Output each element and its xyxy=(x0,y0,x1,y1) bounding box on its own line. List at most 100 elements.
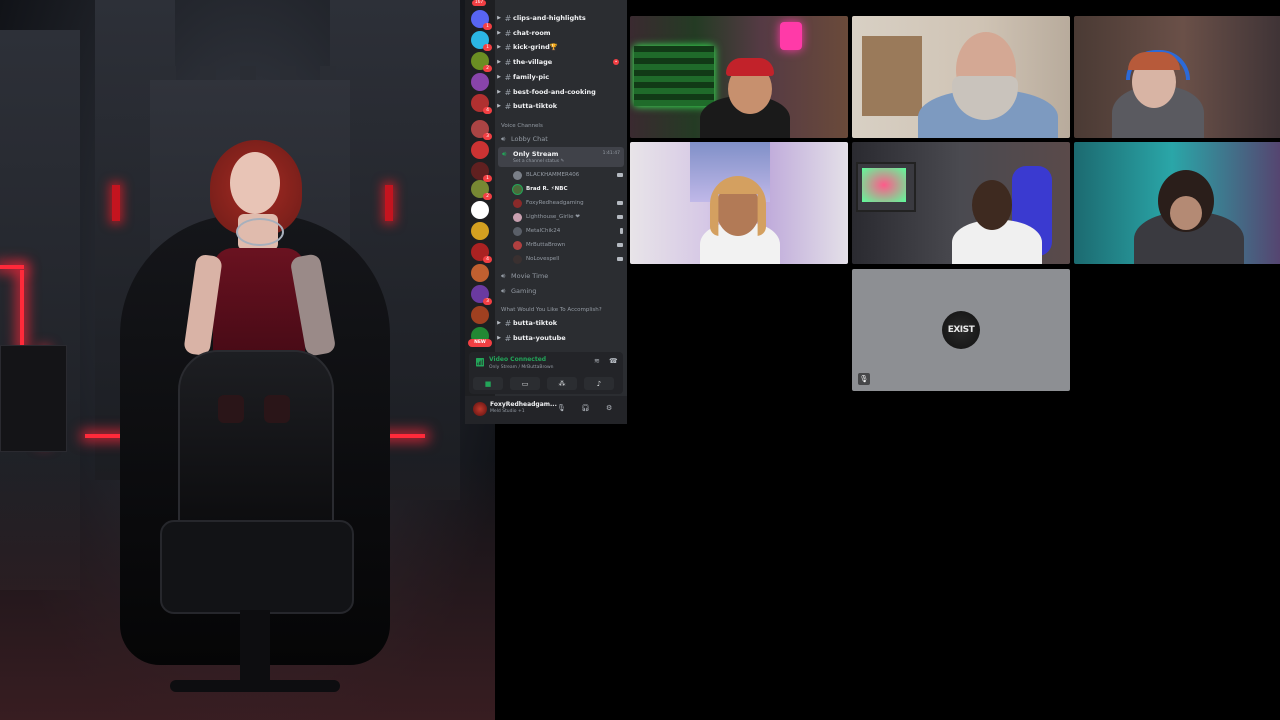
new-badge: NEW xyxy=(468,339,492,347)
user-panel: FoxyRedheadgam... Meld Studio +1 🎙︎ 🎧︎ ⚙ xyxy=(465,396,627,424)
server-icon[interactable]: 1 xyxy=(471,162,492,182)
camera-icon xyxy=(617,201,623,205)
voice-member[interactable]: MrButtaBrown xyxy=(513,239,623,251)
voice-channel-name: Lobby Chat xyxy=(511,135,548,143)
server-icon[interactable]: 3 xyxy=(471,285,492,305)
member-name: BLACKHAMMER406 xyxy=(526,172,580,178)
channel-name: butta-tiktok xyxy=(513,102,558,110)
server-icon[interactable]: 1 xyxy=(471,31,492,51)
voice-channel-lobby[interactable]: 🔊︎ Lobby Chat xyxy=(501,133,548,145)
voice-member[interactable]: MetalChik24 xyxy=(513,225,623,237)
channel-kick-grind[interactable]: ▶ # kick-grind🏆 xyxy=(495,40,627,54)
video-tile[interactable] xyxy=(1074,16,1280,138)
discord-window: 167 1 1 2 4 3 1 2 4 3 NEW ▶ # clips-and-… xyxy=(465,0,627,424)
hash-icon: # xyxy=(504,13,512,23)
server-icon[interactable] xyxy=(471,222,489,240)
microphone-icon[interactable]: 🎙︎ xyxy=(557,404,566,412)
chevron-right-icon: ▶ xyxy=(497,15,501,21)
server-icon[interactable] xyxy=(471,73,489,91)
soundboard-button[interactable]: ♪ xyxy=(584,377,614,390)
user-status: Meld Studio +1 xyxy=(490,409,525,414)
server-icon[interactable]: 2 xyxy=(471,180,492,200)
video-tile[interactable] xyxy=(630,16,848,138)
category-accomplish[interactable]: What Would You Like To Accomplish? xyxy=(501,307,602,313)
voice-channel-name: Movie Time xyxy=(511,272,549,280)
category-voice-channels[interactable]: Voice Channels xyxy=(501,123,543,129)
hash-icon: # xyxy=(504,72,512,82)
voice-channel-name: Gaming xyxy=(511,287,537,295)
server-icon[interactable] xyxy=(471,201,489,219)
video-tile-camera-off[interactable]: EXIST 🎙︎ xyxy=(852,269,1070,391)
speaker-icon: 🔊︎ xyxy=(501,271,506,280)
server-icon[interactable]: 3 xyxy=(471,120,492,140)
channel-list: ▶ # clips-and-highlights ▶ # chat-room ▶… xyxy=(495,0,627,350)
channel-butta-youtube[interactable]: ▶ # butta-youtube xyxy=(495,331,627,345)
voice-channel-movie-time[interactable]: 🔊︎ Movie Time xyxy=(501,270,548,282)
hash-icon: # xyxy=(504,333,512,343)
username[interactable]: FoxyRedheadgam... xyxy=(490,401,557,408)
member-name: NoLovespell xyxy=(526,256,560,262)
chevron-right-icon: ▶ xyxy=(497,103,501,109)
headphones-icon[interactable]: 🎧︎ xyxy=(581,404,590,412)
mic-muted-icon: 🎙︎ xyxy=(858,373,870,385)
channel-status[interactable]: Set a channel status ✎ xyxy=(513,159,564,164)
server-icon[interactable] xyxy=(471,141,489,159)
activities-button[interactable]: ⁂ xyxy=(547,377,577,390)
voice-channel-name: Only Stream xyxy=(513,150,559,158)
hash-icon: # xyxy=(504,57,512,67)
channel-the-village[interactable]: ▶ # the-village • xyxy=(495,55,627,69)
camera-button[interactable]: ■ xyxy=(473,377,503,390)
gear-icon[interactable]: ⚙ xyxy=(606,404,612,412)
channel-name: butta-tiktok xyxy=(513,319,558,327)
signal-icon[interactable]: 📶︎ xyxy=(475,358,485,367)
member-name: Brad R. ⚡NBC xyxy=(526,186,568,192)
channel-clips-and-highlights[interactable]: ▶ # clips-and-highlights xyxy=(495,11,627,25)
voice-channel-gaming[interactable]: 🔊︎ Gaming xyxy=(501,285,536,297)
server-icon[interactable]: 1 xyxy=(471,10,492,30)
server-icon[interactable]: 2 xyxy=(471,52,492,72)
avatar[interactable] xyxy=(473,402,487,416)
voice-member[interactable]: FoxyRedheadgaming xyxy=(513,197,623,209)
server-icon[interactable]: 4 xyxy=(471,243,492,263)
unread-badge: • xyxy=(613,59,619,65)
call-timer: 1:41:47 xyxy=(602,151,620,156)
voice-member[interactable]: BLACKHAMMER406 xyxy=(513,169,623,181)
channel-chat-room[interactable]: ▶ # chat-room xyxy=(495,26,627,40)
avatar xyxy=(513,226,522,236)
channel-name: butta-youtube xyxy=(513,334,566,342)
voice-connection-panel: 📶︎ Video Connected Only Stream / MrButta… xyxy=(469,352,623,394)
channel-name: best-food-and-cooking xyxy=(513,88,596,96)
server-icon[interactable] xyxy=(471,306,489,324)
channel-name: family-pic xyxy=(513,73,550,81)
camera-icon xyxy=(617,257,623,261)
member-name: FoxyRedheadgaming xyxy=(526,200,584,206)
channel-butta-tiktok[interactable]: ▶ # butta-tiktok xyxy=(495,99,627,113)
server-icon[interactable]: 4 xyxy=(471,94,492,114)
voice-member[interactable]: Brad R. ⚡NBC xyxy=(513,183,623,195)
background-scene xyxy=(0,0,495,720)
video-tile[interactable] xyxy=(852,142,1070,264)
voice-member[interactable]: NoLovespell xyxy=(513,253,623,265)
hash-icon: # xyxy=(504,318,512,328)
voice-channel-only-stream[interactable]: 🔊︎ Only Stream Set a channel status ✎ 1:… xyxy=(498,147,624,167)
chevron-right-icon: ▶ xyxy=(497,59,501,65)
chevron-right-icon: ▶ xyxy=(497,74,501,80)
noise-suppression-icon[interactable]: ≋ xyxy=(594,357,600,365)
channel-family-pic[interactable]: ▶ # family-pic xyxy=(495,70,627,84)
channel-name: chat-room xyxy=(513,29,551,37)
video-tile[interactable] xyxy=(630,142,848,264)
server-icon[interactable] xyxy=(471,264,489,282)
hash-icon: # xyxy=(504,42,512,52)
channel-butta-tiktok-2[interactable]: ▶ # butta-tiktok xyxy=(495,316,627,330)
voice-status[interactable]: Video Connected xyxy=(489,356,546,363)
disconnect-icon[interactable]: ☎ xyxy=(609,357,618,365)
hash-icon: # xyxy=(504,87,512,97)
avatar xyxy=(513,254,522,264)
video-tile[interactable] xyxy=(1074,142,1280,264)
video-tile[interactable] xyxy=(852,16,1070,138)
channel-name: the-village xyxy=(513,58,553,66)
channel-best-food-and-cooking[interactable]: ▶ # best-food-and-cooking xyxy=(495,85,627,99)
avatar: EXIST xyxy=(942,311,980,349)
voice-member[interactable]: Lighthouse_Girlie ❤ xyxy=(513,211,623,223)
screen-share-button[interactable]: ▭ xyxy=(510,377,540,390)
